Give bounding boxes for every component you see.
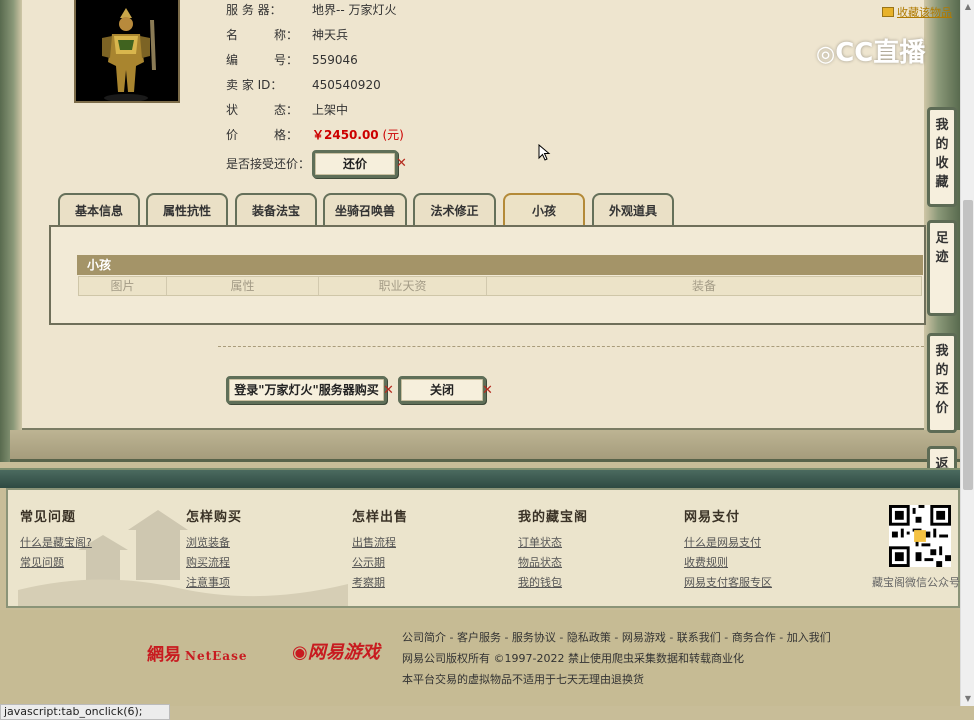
price-value: ￥2450.00 bbox=[312, 128, 379, 142]
side-button-favorites[interactable]: 我的收藏 bbox=[927, 107, 957, 207]
id-label: 编 号： bbox=[226, 53, 299, 67]
frame-left bbox=[0, 0, 22, 462]
cc-live-watermark: ◎CC直播 bbox=[816, 38, 926, 68]
status-row: 状 态： 上架中 bbox=[226, 101, 348, 119]
server-label: 服 务 器： bbox=[226, 3, 282, 17]
netease-games-swirl-icon: ◉ bbox=[292, 642, 308, 663]
side-button-history[interactable]: 足迹 bbox=[927, 220, 957, 316]
browser-status-bar: javascript:tab_onclick(6); bbox=[0, 704, 170, 720]
footer-link-pay-support[interactable]: 网易支付客服专区 bbox=[684, 573, 772, 593]
netease-games-logo: ◉网易游戏 bbox=[292, 642, 380, 663]
column-equipment: 装备 bbox=[691, 279, 716, 293]
tab-attributes[interactable]: 属性抗性 bbox=[146, 193, 228, 226]
footer-link-order-status[interactable]: 订单状态 bbox=[518, 533, 588, 553]
footer-link-what-is-cbg[interactable]: 什么是藏宝阁? bbox=[20, 533, 92, 553]
scroll-thumb[interactable] bbox=[963, 200, 973, 490]
price-row: 价 格： ￥2450.00 (元) bbox=[226, 126, 404, 144]
price-label: 价 格： bbox=[226, 128, 299, 142]
server-value: 地界-- 万家灯火 bbox=[312, 3, 397, 17]
footer-col-pay-title: 网易支付 bbox=[684, 510, 741, 525]
seller-label: 卖 家 ID： bbox=[226, 78, 283, 92]
footer-link-notes[interactable]: 注意事项 bbox=[186, 573, 242, 593]
favorite-item-link[interactable]: 收藏该物品 bbox=[882, 4, 952, 20]
footer-corporate-links[interactable]: 公司简介 - 客户服务 - 服务协议 - 隐私政策 - 网易游戏 - 联系我们 … bbox=[402, 629, 831, 645]
footer-link-item-status[interactable]: 物品状态 bbox=[518, 553, 588, 573]
tab-equipment[interactable]: 装备法宝 bbox=[235, 193, 317, 226]
footer-link-purchase-flow[interactable]: 购买流程 bbox=[186, 553, 242, 573]
counter-offer-label: 是否接受还价： bbox=[226, 157, 311, 171]
name-label: 名 称： bbox=[226, 28, 299, 42]
footer-col-how-to-sell: 怎样出售 出售流程 公示期 考察期 bbox=[352, 506, 408, 593]
price-unit: (元) bbox=[382, 128, 404, 142]
name-value: 神天兵 bbox=[312, 28, 349, 42]
counter-offer-button[interactable]: 还价 bbox=[312, 150, 398, 178]
warrior-figure-icon bbox=[102, 8, 156, 101]
tab-spell-correction[interactable]: 法术修正 bbox=[413, 193, 496, 226]
footer-col-faq: 常见问题 什么是藏宝阁? 常见问题 bbox=[20, 506, 92, 573]
counter-offer-row: 是否接受还价： bbox=[226, 155, 310, 173]
footer-link-faq[interactable]: 常见问题 bbox=[20, 553, 92, 573]
footer-col-my-title: 我的藏宝阁 bbox=[518, 510, 589, 525]
footer-notice: 本平台交易的虚拟物品不适用于七天无理由退换货 bbox=[402, 673, 644, 686]
footer-col-my-cbg: 我的藏宝阁 订单状态 物品状态 我的钱包 bbox=[518, 506, 588, 593]
wechat-qr-code-icon bbox=[889, 505, 951, 567]
scroll-up-icon[interactable]: ▲ bbox=[961, 0, 974, 14]
child-section-title: 小孩 bbox=[77, 255, 923, 275]
tab-child[interactable]: 小孩 bbox=[503, 193, 585, 226]
tab-basic-info[interactable]: 基本信息 bbox=[58, 193, 140, 226]
footer-link-browse[interactable]: 浏览装备 bbox=[186, 533, 242, 553]
footer-help-panel: 常见问题 什么是藏宝阁? 常见问题 怎样购买 浏览装备 购买流程 注意事项 怎样… bbox=[6, 488, 960, 608]
footer-link-sell-flow[interactable]: 出售流程 bbox=[352, 533, 408, 553]
footer-col-netease-pay: 网易支付 什么是网易支付 收费规则 网易支付客服专区 bbox=[684, 506, 772, 593]
close-button[interactable]: 关闭 bbox=[398, 376, 486, 404]
tab-appearance[interactable]: 外观道具 bbox=[592, 193, 674, 226]
cc-logo-icon: ◎ bbox=[816, 42, 836, 67]
seller-value: 450540920 bbox=[312, 78, 381, 92]
column-image: 图片 bbox=[79, 277, 167, 295]
character-avatar bbox=[74, 0, 180, 103]
footer-col-sell-title: 怎样出售 bbox=[352, 510, 409, 525]
footer-divider-band bbox=[0, 468, 960, 488]
id-row: 编 号： 559046 bbox=[226, 51, 358, 69]
server-row: 服 务 器： 地界-- 万家灯火 bbox=[226, 1, 396, 19]
frame-bottom bbox=[10, 430, 960, 462]
status-value: 上架中 bbox=[312, 103, 349, 117]
footer-link-review-period[interactable]: 考察期 bbox=[352, 573, 408, 593]
login-buy-button[interactable]: 登录"万家灯火"服务器购买 bbox=[226, 376, 387, 404]
page-scrollbar[interactable]: ▲ ▼ bbox=[960, 0, 974, 706]
child-table-header: 图片 属性 职业天资 装备 bbox=[78, 276, 922, 296]
footer-link-wallet[interactable]: 我的钱包 bbox=[518, 573, 588, 593]
divider bbox=[218, 346, 924, 347]
footer-link-what-is-pay[interactable]: 什么是网易支付 bbox=[684, 533, 772, 553]
counter-offer-x-icon: ✕ bbox=[396, 156, 407, 171]
footer-col-faq-title: 常见问题 bbox=[20, 510, 77, 525]
status-label: 状 态： bbox=[226, 103, 299, 117]
footer-col-how-to-buy: 怎样购买 浏览装备 购买流程 注意事项 bbox=[186, 506, 242, 593]
side-button-my-offers[interactable]: 我的还价 bbox=[927, 333, 957, 433]
close-x-icon: ✕ bbox=[482, 383, 493, 398]
seller-row: 卖 家 ID： 450540920 bbox=[226, 76, 381, 94]
tab-mounts-summons[interactable]: 坐骑召唤兽 bbox=[323, 193, 407, 226]
id-value: 559046 bbox=[312, 53, 358, 67]
mouse-cursor-icon bbox=[538, 144, 551, 161]
qr-caption: 藏宝阁微信公众号 bbox=[872, 576, 960, 589]
column-attributes: 属性 bbox=[167, 277, 319, 295]
footer-col-buy-title: 怎样购买 bbox=[186, 510, 243, 525]
folder-star-icon bbox=[882, 7, 894, 17]
column-aptitude: 职业天资 bbox=[319, 277, 487, 295]
footer-link-fees[interactable]: 收费规则 bbox=[684, 553, 772, 573]
netease-logo: 網易 NetEase bbox=[147, 645, 248, 665]
footer-copyright: 网易公司版权所有 ©1997-2022 禁止使用爬虫采集数据和转载商业化 bbox=[402, 652, 744, 665]
login-buy-x-icon: ✕ bbox=[383, 383, 394, 398]
scroll-down-icon[interactable]: ▼ bbox=[961, 692, 974, 706]
tab-content bbox=[49, 225, 926, 325]
name-row: 名 称： 神天兵 bbox=[226, 26, 348, 44]
footer-link-publicity[interactable]: 公示期 bbox=[352, 553, 408, 573]
